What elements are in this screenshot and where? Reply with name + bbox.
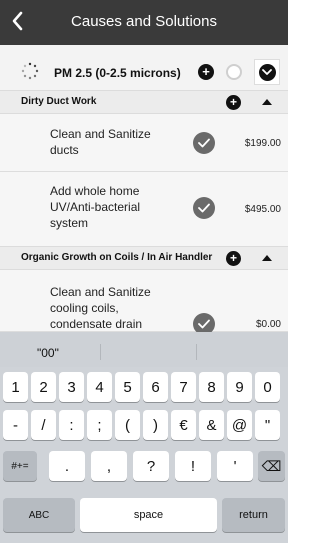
- key-colon[interactable]: :: [59, 410, 84, 440]
- pm25-row[interactable]: PM 2.5 (0-2.5 microns) +: [0, 45, 288, 95]
- section-title: Organic Growth on Coils / In Air Handler: [21, 252, 213, 263]
- suggestion-item[interactable]: "00": [37, 346, 59, 360]
- delete-icon[interactable]: ⌫: [258, 451, 285, 481]
- key-euro[interactable]: €: [171, 410, 196, 440]
- suggestion-divider: [100, 344, 101, 360]
- key-0[interactable]: 0: [255, 372, 280, 402]
- item-price: $0.00: [255, 319, 281, 330]
- key-period[interactable]: .: [49, 451, 85, 481]
- key-4[interactable]: 4: [87, 372, 112, 402]
- suggestion-bar: "00": [0, 332, 288, 367]
- item-description: Clean and Sanitize ducts: [50, 127, 151, 157]
- pm25-label: PM 2.5 (0-2.5 microns): [54, 66, 181, 80]
- key-2[interactable]: 2: [31, 372, 56, 402]
- expand-button[interactable]: [254, 59, 280, 85]
- item-price: $495.00: [244, 204, 281, 215]
- item-description: Add whole home UV/Anti-bacterial system: [50, 184, 141, 230]
- key-9[interactable]: 9: [227, 372, 252, 402]
- chevron-down-icon: [258, 63, 276, 81]
- section-header-dirty-duct-work[interactable]: Dirty Duct Work +: [0, 90, 288, 114]
- key-ampersand[interactable]: &: [199, 410, 224, 440]
- add-icon[interactable]: +: [226, 95, 241, 110]
- key-semicolon[interactable]: ;: [87, 410, 112, 440]
- key-quote[interactable]: ": [255, 410, 280, 440]
- checkmark-icon[interactable]: [193, 197, 215, 219]
- key-close-paren[interactable]: ): [143, 410, 168, 440]
- key-return[interactable]: return: [222, 498, 285, 532]
- key-comma[interactable]: ,: [91, 451, 127, 481]
- key-5[interactable]: 5: [115, 372, 140, 402]
- item-price: $199.00: [244, 138, 281, 149]
- key-space[interactable]: space: [80, 498, 217, 532]
- key-open-paren[interactable]: (: [115, 410, 140, 440]
- key-7[interactable]: 7: [171, 372, 196, 402]
- header-bar: Causes and Solutions: [0, 0, 288, 45]
- key-hyphen[interactable]: -: [3, 410, 28, 440]
- key-at[interactable]: @: [227, 410, 252, 440]
- key-apostrophe[interactable]: ': [217, 451, 253, 481]
- key-8[interactable]: 8: [199, 372, 224, 402]
- list-item[interactable]: Add whole home UV/Anti-bacterial system …: [0, 172, 288, 247]
- section-title: Dirty Duct Work: [21, 96, 97, 107]
- key-question[interactable]: ?: [133, 451, 169, 481]
- list-item[interactable]: Clean and Sanitize cooling coils, conden…: [0, 270, 288, 335]
- key-1[interactable]: 1: [3, 372, 28, 402]
- loading-spinner-icon: [21, 62, 39, 80]
- key-exclamation[interactable]: !: [175, 451, 211, 481]
- key-abc[interactable]: ABC: [3, 498, 75, 532]
- page-title: Causes and Solutions: [71, 13, 217, 30]
- add-icon[interactable]: +: [226, 251, 241, 266]
- item-description: Clean and Sanitize cooling coils, conden…: [50, 285, 151, 331]
- add-icon[interactable]: +: [198, 64, 214, 80]
- key-symbols-toggle[interactable]: #+=: [3, 451, 37, 481]
- key-6[interactable]: 6: [143, 372, 168, 402]
- section-header-organic-growth[interactable]: Organic Growth on Coils / In Air Handler…: [0, 246, 288, 270]
- caret-up-icon[interactable]: [262, 99, 272, 105]
- list-item[interactable]: Clean and Sanitize ducts $199.00: [0, 114, 288, 172]
- key-3[interactable]: 3: [59, 372, 84, 402]
- caret-up-icon[interactable]: [262, 255, 272, 261]
- status-ring-icon[interactable]: [226, 64, 242, 80]
- suggestion-divider: [196, 344, 197, 360]
- checkmark-icon[interactable]: [193, 132, 215, 154]
- key-slash[interactable]: /: [31, 410, 56, 440]
